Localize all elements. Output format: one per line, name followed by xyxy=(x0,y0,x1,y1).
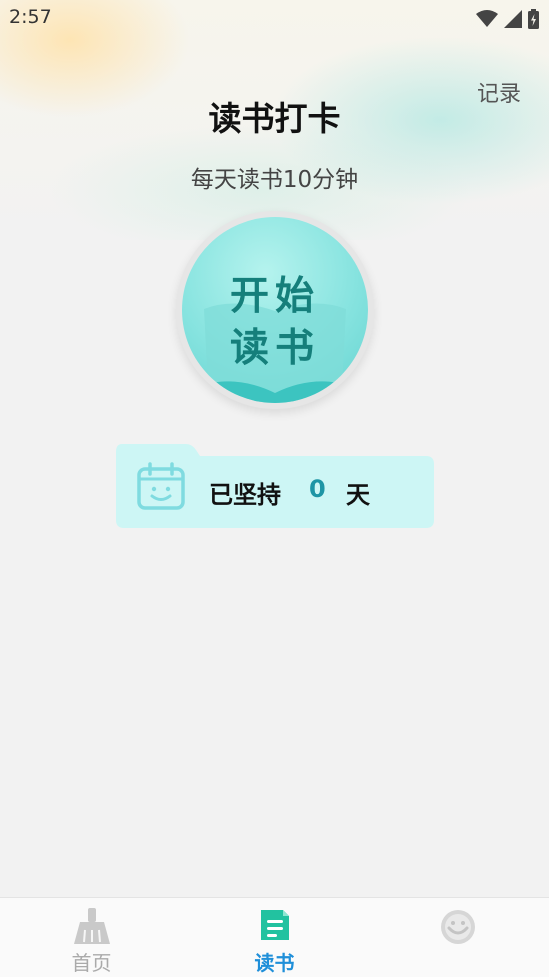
broom-icon xyxy=(73,908,110,944)
bottom-navigation: 首页 读书 xyxy=(0,897,549,977)
calendar-icon xyxy=(137,462,185,510)
status-icons xyxy=(476,9,539,29)
start-label-line1: 开始 xyxy=(229,274,320,319)
streak-unit: 天 xyxy=(346,481,370,509)
nav-label-reading: 读书 xyxy=(254,951,295,975)
nav-item-profile[interactable] xyxy=(366,898,549,977)
status-bar: 2:57 xyxy=(0,0,549,38)
profile-icon xyxy=(440,910,475,944)
nav-item-reading[interactable]: 读书 xyxy=(183,898,366,977)
wifi-icon xyxy=(476,10,498,27)
streak-card: 已坚持 0 天 xyxy=(114,442,436,530)
start-button-face: 开始 读书 xyxy=(182,217,368,403)
page-title: 读书打卡 xyxy=(208,99,341,138)
start-reading-button[interactable]: 开始 读书 xyxy=(176,211,374,409)
battery-icon xyxy=(528,9,539,29)
streak-label: 已坚持 xyxy=(209,481,281,509)
status-time: 2:57 xyxy=(9,6,52,28)
nav-label-home: 首页 xyxy=(71,951,112,975)
nav-item-home[interactable]: 首页 xyxy=(0,898,183,977)
book-icon xyxy=(260,910,289,940)
page-subtitle: 每天读书10分钟 xyxy=(190,167,359,193)
signal-icon xyxy=(504,10,522,28)
streak-count: 0 xyxy=(309,475,326,503)
start-label-line2: 读书 xyxy=(229,326,320,371)
